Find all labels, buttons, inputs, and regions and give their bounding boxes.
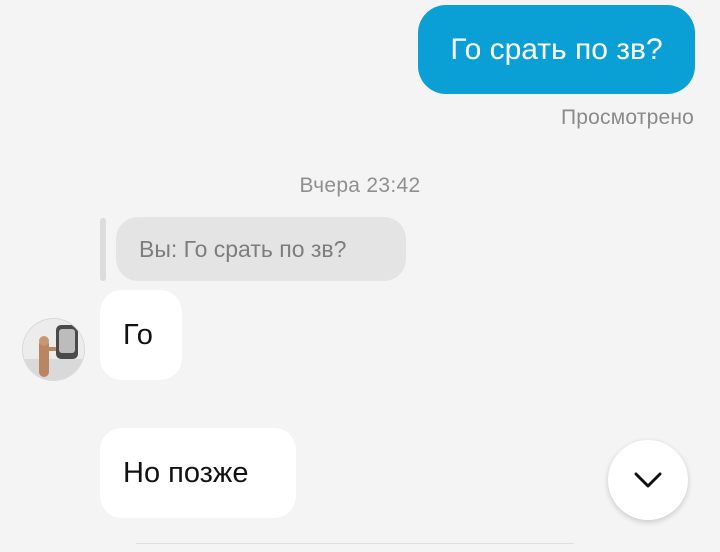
message-timestamp: Вчера 23:42 [299, 174, 421, 197]
incoming-message-bubble[interactable]: Го [100, 290, 182, 380]
outgoing-message-text: Го срать по зв? [450, 32, 663, 66]
reply-indicator-bar [100, 218, 106, 281]
user-avatar-icon [23, 319, 84, 380]
seen-status: Просмотрено [560, 106, 694, 129]
incoming-message-text: Го [123, 318, 153, 351]
divider [136, 543, 574, 544]
reply-preview-bubble[interactable]: Вы: Го срать по зв? [116, 217, 406, 281]
contact-avatar[interactable] [23, 319, 84, 380]
incoming-message-text: Но позже [123, 456, 249, 489]
incoming-message-bubble[interactable]: Но позже [100, 428, 296, 518]
outgoing-message-bubble[interactable]: Го срать по зв? [418, 5, 695, 94]
scroll-down-button[interactable] [608, 440, 688, 520]
chevron-down-icon [634, 472, 662, 488]
reply-preview-text: Вы: Го срать по зв? [139, 235, 347, 262]
